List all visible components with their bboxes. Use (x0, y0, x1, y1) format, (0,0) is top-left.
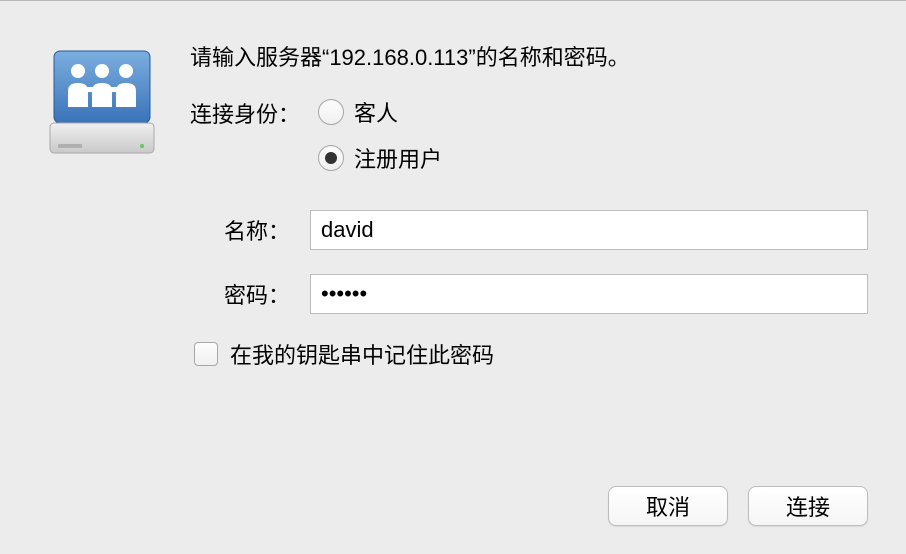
name-input[interactable] (310, 210, 868, 250)
remember-password-label: 在我的钥匙串中记住此密码 (230, 338, 494, 370)
network-share-icon (44, 43, 160, 159)
identity-guest-option[interactable]: 客人 (318, 96, 442, 128)
identity-guest-label: 客人 (354, 96, 398, 128)
name-label: 名称： (190, 214, 290, 246)
password-input[interactable] (310, 274, 868, 314)
connect-to-server-dialog: 请输入服务器“192.168.0.113”的名称和密码。 连接身份： 客人 注册… (0, 0, 906, 554)
connect-button[interactable]: 连接 (748, 486, 868, 526)
identity-registered-option[interactable]: 注册用户 (318, 142, 442, 174)
cancel-button[interactable]: 取消 (608, 486, 728, 526)
radio-icon (318, 145, 344, 171)
prompt-text: 请输入服务器“192.168.0.113”的名称和密码。 (190, 43, 868, 74)
password-label: 密码： (190, 278, 290, 310)
remember-password-checkbox[interactable] (194, 342, 218, 366)
identity-registered-label: 注册用户 (354, 142, 442, 174)
radio-icon (318, 99, 344, 125)
identity-label: 连接身份： (190, 96, 300, 129)
